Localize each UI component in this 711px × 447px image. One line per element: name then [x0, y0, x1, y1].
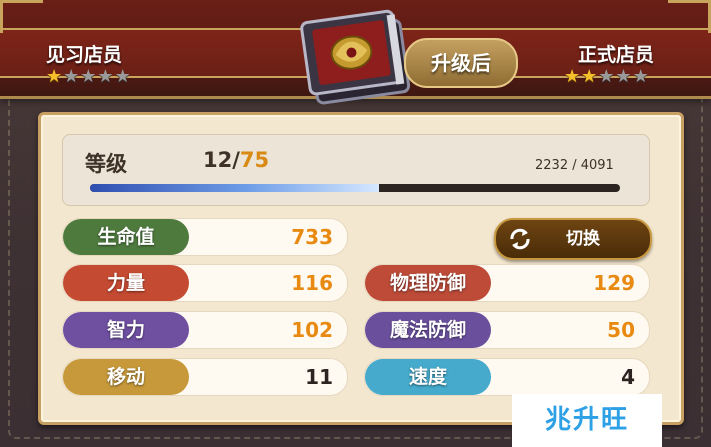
stat-value-magic-defense: 50 [607, 318, 635, 342]
stat-row-strength: 力量 116 [62, 264, 348, 302]
stat-value-hp: 733 [291, 225, 333, 249]
stat-row-intelligence: 智力 102 [62, 311, 348, 349]
star-empty-icon: ★ [80, 66, 98, 87]
star-empty-icon: ★ [632, 66, 650, 87]
stat-row-physical-defense: 物理防御 129 [364, 264, 650, 302]
stat-value-physical-defense: 129 [593, 271, 635, 295]
level-value: 12/75 [203, 148, 269, 172]
level-label: 等级 [85, 152, 127, 176]
stat-label-intelligence: 智力 [63, 312, 189, 348]
stat-label-physical-defense: 物理防御 [365, 265, 491, 301]
star-empty-icon: ★ [114, 66, 132, 87]
corner-ornament-left [0, 0, 43, 33]
stat-value-strength: 116 [291, 271, 333, 295]
rank-book-icon [300, 9, 411, 105]
stat-value-speed: 4 [621, 365, 635, 389]
level-current: 12/ [203, 148, 240, 172]
stat-row-hp: 生命值 733 [62, 218, 348, 256]
watermark-logo: 兆升旺 [512, 394, 662, 447]
stat-row-magic-defense: 魔法防御 50 [364, 311, 650, 349]
stat-row-speed: 速度 4 [364, 358, 650, 396]
stat-value-movement: 11 [305, 365, 333, 389]
current-rank-stars: ★★★★★ [46, 66, 132, 87]
star-empty-icon: ★ [598, 66, 616, 87]
upgrade-after-label: 升级后 [404, 38, 518, 88]
star-filled-icon: ★ [46, 66, 64, 87]
exp-progress-bar [90, 184, 620, 192]
stat-label-strength: 力量 [63, 265, 189, 301]
refresh-icon [510, 228, 530, 250]
stat-label-hp: 生命值 [63, 219, 189, 255]
stat-row-movement: 移动 11 [62, 358, 348, 396]
stat-label-speed: 速度 [365, 359, 491, 395]
star-empty-icon: ★ [97, 66, 115, 87]
next-rank-title: 正式店员 [578, 44, 655, 66]
switch-button[interactable]: 切换 [494, 218, 652, 260]
stat-label-movement: 移动 [63, 359, 189, 395]
stats-screen: 见习店员 ★★★★★ 升级后 正式店员 ★★★★★ 等级 12/75 2232 … [0, 0, 711, 447]
stat-label-magic-defense: 魔法防御 [365, 312, 491, 348]
star-filled-icon: ★ [564, 66, 582, 87]
corner-ornament-right [668, 0, 711, 33]
level-max: 75 [239, 148, 270, 172]
exp-progress-fill [90, 184, 380, 192]
exp-text: 2232 / 4091 [535, 158, 614, 173]
star-empty-icon: ★ [615, 66, 633, 87]
switch-button-label: 切换 [566, 229, 600, 249]
stat-value-intelligence: 102 [291, 318, 333, 342]
next-rank-stars: ★★★★★ [564, 66, 650, 87]
star-empty-icon: ★ [63, 66, 81, 87]
star-filled-icon: ★ [581, 66, 599, 87]
current-rank-title: 见习店员 [46, 44, 123, 66]
